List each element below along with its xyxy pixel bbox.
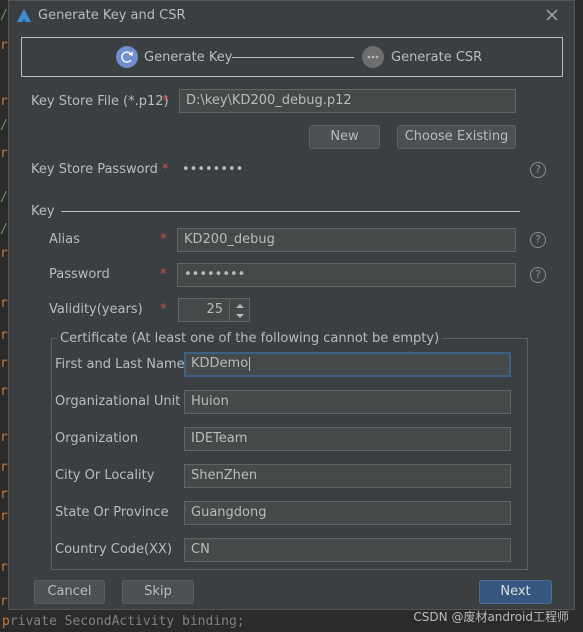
skip-button[interactable]: Skip xyxy=(122,580,194,604)
step-more-icon xyxy=(362,46,384,68)
text-cursor xyxy=(249,356,251,371)
wizard-steps: Generate Key Generate CSR xyxy=(21,37,563,77)
key-section-label: Key xyxy=(31,204,55,219)
help-icon[interactable]: ? xyxy=(530,267,546,283)
close-icon[interactable] xyxy=(544,7,560,23)
spinner-down-icon[interactable] xyxy=(234,311,246,321)
validity-input[interactable]: 25 xyxy=(178,298,230,322)
org-unit-input[interactable]: Huion xyxy=(184,390,511,414)
keystore-file-label: Key Store File (*.p12) xyxy=(31,94,169,109)
title-bar[interactable]: Generate Key and CSR xyxy=(9,1,574,31)
required-mark: * xyxy=(160,267,167,282)
first-last-name-label: First and Last Name xyxy=(55,357,185,372)
spinner-buttons xyxy=(230,298,250,322)
step-generate-csr: Generate CSR xyxy=(391,50,483,65)
certificate-legend: Certificate (At least one of the followi… xyxy=(57,331,443,346)
org-unit-label: Organizational Unit xyxy=(55,394,181,409)
validity-label: Validity(years) xyxy=(49,302,143,317)
generate-key-dialog: Generate Key and CSR Generate Key Genera… xyxy=(8,0,575,610)
app-logo-icon xyxy=(17,9,31,22)
alias-label: Alias xyxy=(49,232,80,247)
dialog-title: Generate Key and CSR xyxy=(38,8,186,23)
country-code-label: Country Code(XX) xyxy=(55,542,173,557)
choose-existing-button[interactable]: Choose Existing xyxy=(397,125,516,149)
next-button[interactable]: Next xyxy=(479,580,552,604)
password-label: Password xyxy=(49,267,110,282)
editor-code-text: rivate SecondActivity binding; xyxy=(9,614,245,629)
organization-input[interactable]: IDETeam xyxy=(184,427,511,451)
cancel-button[interactable]: Cancel xyxy=(34,580,105,604)
password-input[interactable]: •••••••• xyxy=(177,263,516,287)
watermark: CSDN @废材android工程师 xyxy=(413,610,569,624)
spinner-up-icon[interactable] xyxy=(234,301,246,311)
help-icon[interactable]: ? xyxy=(530,162,546,178)
help-icon[interactable]: ? xyxy=(530,232,546,248)
alias-input[interactable]: KD200_debug xyxy=(177,228,516,252)
required-mark: * xyxy=(160,232,167,247)
city-label: City Or Locality xyxy=(55,468,155,483)
required-mark: * xyxy=(162,94,169,109)
required-mark: * xyxy=(160,302,167,317)
state-label: State Or Province xyxy=(55,505,169,520)
organization-label: Organization xyxy=(55,431,139,446)
key-section-divider xyxy=(61,211,520,212)
required-mark: * xyxy=(162,162,169,177)
first-last-name-input[interactable]: KDDemo xyxy=(184,352,511,377)
step-connector xyxy=(232,57,354,58)
validity-spinner[interactable]: 25 xyxy=(178,298,250,322)
state-input[interactable]: Guangdong xyxy=(184,501,511,525)
keystore-password-field[interactable]: •••••••• xyxy=(182,162,243,177)
step-generate-key: Generate Key xyxy=(144,50,233,65)
keystore-password-label: Key Store Password xyxy=(31,162,158,177)
step-refresh-icon xyxy=(116,46,138,68)
country-code-input[interactable]: CN xyxy=(184,538,511,562)
keystore-file-input[interactable]: D:\key\KD200_debug.p12 xyxy=(179,89,516,113)
city-input[interactable]: ShenZhen xyxy=(184,464,511,488)
new-button[interactable]: New xyxy=(309,125,380,149)
